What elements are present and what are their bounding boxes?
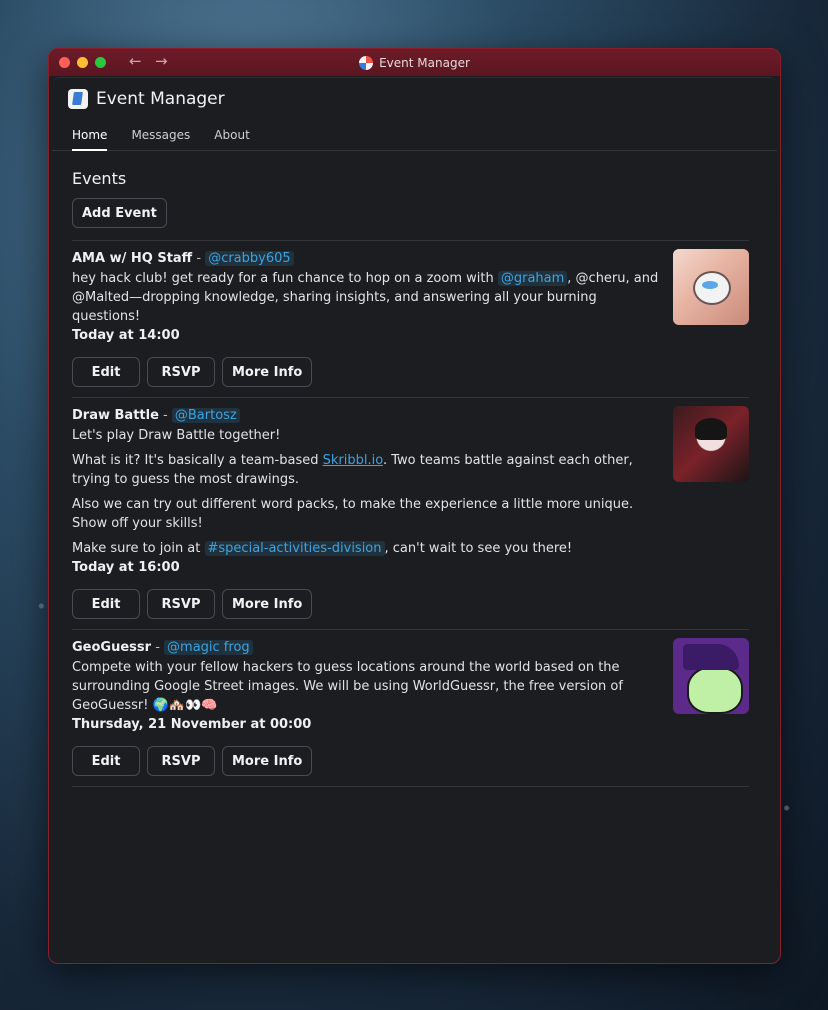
edit-button[interactable]: Edit: [72, 357, 140, 387]
event-header: GeoGuessr - @magic frog: [72, 638, 659, 658]
event-host-mention[interactable]: @Bartosz: [171, 408, 240, 423]
event-separator: -: [151, 640, 165, 655]
event-description: hey hack club! get ready for a fun chanc…: [72, 269, 659, 326]
more-info-button[interactable]: More Info: [222, 746, 313, 776]
event-description-text: hey hack club! get ready for a fun chanc…: [72, 271, 498, 286]
event-time: Today at 14:00: [72, 328, 180, 343]
main-content: Events Add Event AMA w/ HQ Staff - @crab…: [52, 151, 777, 787]
edit-button[interactable]: Edit: [72, 746, 140, 776]
app-window: ← → Event Manager Event Manager Home Mes…: [48, 48, 781, 964]
event-description: Compete with your fellow hackers to gues…: [72, 660, 623, 713]
rsvp-button[interactable]: RSVP: [147, 589, 215, 619]
event-card: AMA w/ HQ Staff - @crabby605 hey hack cl…: [72, 241, 749, 398]
event-body: Draw Battle - @Bartosz Let's play Draw B…: [72, 406, 673, 619]
event-thumbnail-image: [673, 406, 749, 482]
event-header: AMA w/ HQ Staff - @crabby605: [72, 249, 659, 269]
event-time: Today at 16:00: [72, 560, 180, 575]
tab-messages[interactable]: Messages: [131, 128, 190, 150]
app-logo-icon: [68, 89, 88, 109]
event-description-line: Also we can try out different word packs…: [72, 497, 634, 531]
tab-home[interactable]: Home: [72, 128, 108, 151]
description-mention[interactable]: @graham: [497, 271, 568, 286]
events-heading: Events: [72, 169, 127, 188]
event-header: Draw Battle - @Bartosz: [72, 406, 659, 426]
tab-bar: Home Messages About: [52, 120, 777, 151]
channel-mention[interactable]: #special-activities-division: [204, 541, 385, 556]
event-description-line: Make sure to join at #special-activities…: [72, 539, 659, 558]
event-description-line: What is it? It's basically a team-based …: [72, 451, 659, 489]
event-description-line: Let's play Draw Battle together!: [72, 428, 281, 443]
add-event-row: Add Event: [72, 198, 749, 241]
event-thumbnail-image: [673, 249, 749, 325]
event-actions: Edit RSVP More Info: [72, 357, 659, 387]
event-host-mention[interactable]: @crabby605: [205, 251, 294, 266]
window-title-text: Event Manager: [379, 55, 470, 70]
app-content: Event Manager Home Messages About Events…: [52, 77, 777, 960]
window-title: Event Manager: [49, 49, 780, 76]
event-description-text: Make sure to join at: [72, 541, 205, 556]
tab-about[interactable]: About: [214, 128, 249, 150]
skribbl-link[interactable]: Skribbl.io: [323, 453, 383, 468]
more-info-button[interactable]: More Info: [222, 357, 313, 387]
event-host-mention[interactable]: @magic frog: [164, 640, 253, 655]
event-time: Thursday, 21 November at 00:00: [72, 717, 312, 732]
more-info-button[interactable]: More Info: [222, 589, 313, 619]
event-actions: Edit RSVP More Info: [72, 589, 659, 619]
event-body: AMA w/ HQ Staff - @crabby605 hey hack cl…: [72, 249, 673, 387]
event-card: Draw Battle - @Bartosz Let's play Draw B…: [72, 398, 749, 630]
event-name: GeoGuessr: [72, 640, 152, 655]
event-description-text: What is it? It's basically a team-based: [72, 453, 323, 468]
event-name: AMA w/ HQ Staff: [72, 251, 193, 266]
app-header: Event Manager: [52, 78, 777, 120]
event-separator: -: [158, 408, 172, 423]
event-separator: -: [192, 251, 206, 266]
title-bar[interactable]: ← → Event Manager: [49, 49, 780, 76]
edit-button[interactable]: Edit: [72, 589, 140, 619]
event-body: GeoGuessr - @magic frog Compete with you…: [72, 638, 673, 776]
event-name: Draw Battle: [72, 408, 159, 423]
rsvp-button[interactable]: RSVP: [147, 357, 215, 387]
event-description-text: , can't wait to see you there!: [384, 541, 573, 556]
event-card: GeoGuessr - @magic frog Compete with you…: [72, 630, 749, 787]
rsvp-button[interactable]: RSVP: [147, 746, 215, 776]
event-thumbnail-image: [673, 638, 749, 714]
event-actions: Edit RSVP More Info: [72, 746, 659, 776]
add-event-button[interactable]: Add Event: [72, 198, 167, 228]
app-title: Event Manager: [96, 89, 225, 109]
app-mini-icon: [359, 55, 374, 70]
